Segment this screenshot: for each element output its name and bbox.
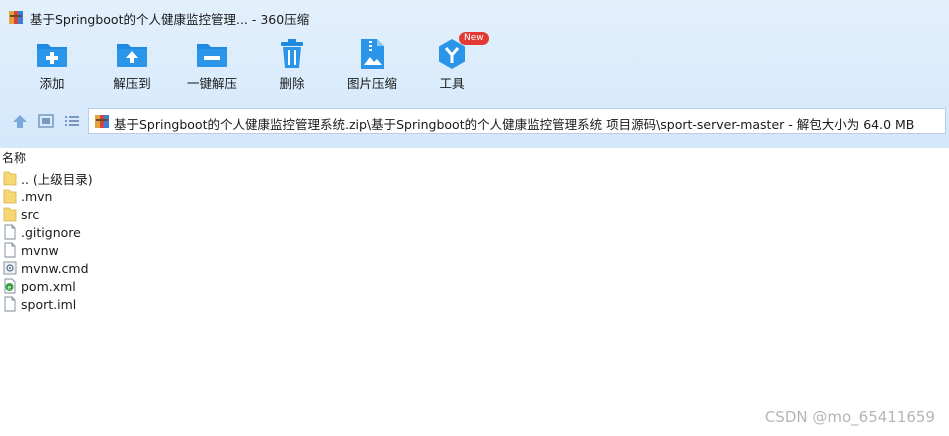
file-icon <box>4 242 16 258</box>
list-item-name: .mvn <box>21 188 53 204</box>
one-click-extract-button-label: 一键解压 <box>186 76 237 91</box>
list-item[interactable]: src <box>3 205 93 223</box>
extract-to-icon <box>117 44 147 67</box>
one-click-extract-icon <box>197 44 227 67</box>
image-compress-button[interactable]: 图片压缩 <box>337 38 407 96</box>
list-item-name: mvnw.cmd <box>21 260 89 276</box>
window-title: 基于Springboot的个人健康监控管理... - 360压缩 <box>30 12 310 27</box>
list-item-name: pom.xml <box>21 278 76 294</box>
title-bar: 基于Springboot的个人健康监控管理... - 360压缩 <box>0 0 949 34</box>
tools-button[interactable]: New 工具 <box>417 32 489 96</box>
image-compress-button-label: 图片压缩 <box>346 76 397 91</box>
list-item[interactable]: .. (上级目录) <box>3 169 93 187</box>
list-item-name: src <box>21 206 40 222</box>
tools-button-label: 工具 <box>439 76 465 91</box>
watermark: CSDN @mo_65411659 <box>764 408 935 426</box>
list-item[interactable]: .mvn <box>3 187 93 205</box>
extract-to-button-label: 解压到 <box>113 76 151 91</box>
address-path: 基于Springboot的个人健康监控管理系统.zip\基于Springboot… <box>114 117 915 132</box>
list-item-name: .. (上级目录) <box>21 171 93 187</box>
svg-text:e: e <box>8 285 12 292</box>
file-icon <box>4 224 16 240</box>
thumbnail-view-icon[interactable] <box>38 114 54 128</box>
extract-to-button[interactable]: 解压到 <box>97 38 167 96</box>
file-icon <box>4 296 16 312</box>
xml-file-icon: e <box>4 278 16 294</box>
add-button-label: 添加 <box>39 76 65 91</box>
app-archive-icon <box>9 11 23 24</box>
cmd-file-icon <box>3 261 17 275</box>
add-folder-icon <box>37 44 67 67</box>
archive-icon <box>95 115 109 128</box>
list-view-icon[interactable] <box>64 114 80 128</box>
list-item[interactable]: e pom.xml <box>3 277 93 295</box>
new-badge: New <box>459 32 489 45</box>
delete-button-label: 删除 <box>279 76 305 91</box>
address-bar[interactable]: 基于Springboot的个人健康监控管理系统.zip\基于Springboot… <box>88 108 946 134</box>
delete-button[interactable]: 删除 <box>257 38 327 96</box>
one-click-extract-button[interactable]: 一键解压 <box>177 38 247 96</box>
list-item-name: .gitignore <box>21 224 81 240</box>
list-item-name: sport.iml <box>21 296 77 312</box>
navigation-row: 基于Springboot的个人健康监控管理系统.zip\基于Springboot… <box>0 106 949 136</box>
list-item-name: mvnw <box>21 242 59 258</box>
file-list: .. (上级目录) .mvn src .gitignore mvnw mvnw.… <box>3 169 93 313</box>
folder-icon <box>3 207 17 222</box>
trash-icon <box>281 39 303 68</box>
add-button[interactable]: 添加 <box>17 38 87 96</box>
list-item[interactable]: mvnw <box>3 241 93 259</box>
list-item[interactable]: sport.iml <box>3 295 93 313</box>
list-item[interactable]: mvnw.cmd <box>3 259 93 277</box>
column-header-name[interactable]: 名称 <box>2 149 26 166</box>
list-item[interactable]: .gitignore <box>3 223 93 241</box>
image-compress-icon <box>361 39 384 69</box>
folder-icon <box>3 171 17 186</box>
folder-icon <box>3 189 17 204</box>
up-arrow-icon[interactable] <box>12 114 28 128</box>
